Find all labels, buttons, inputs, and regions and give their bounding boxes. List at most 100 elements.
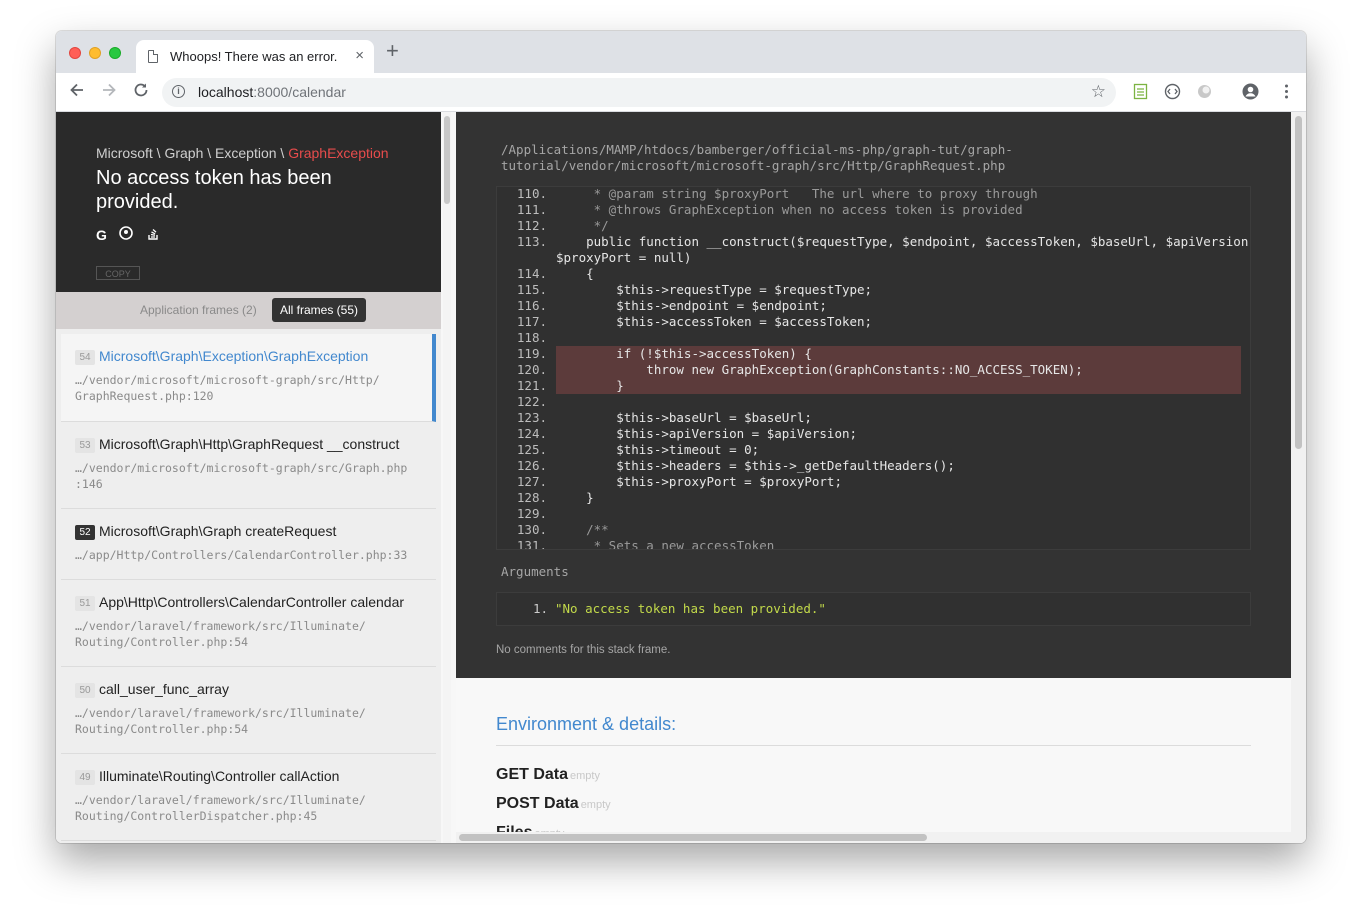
code-line: 121. } (497, 378, 1250, 394)
tab-close-icon[interactable]: × (355, 47, 364, 64)
arguments-title: Arguments (501, 564, 569, 579)
frame-number: 53 (75, 438, 95, 453)
code-line: 122. (497, 394, 1250, 410)
stack-frame[interactable]: 51 App\Http\Controllers\CalendarControlle… (61, 580, 436, 667)
page-icon (148, 50, 158, 63)
url-host: localhost (198, 84, 254, 100)
stack-frame[interactable]: 54 Microsoft\Graph\Exception\GraphExcepti… (61, 334, 436, 422)
forward-arrow-icon[interactable] (100, 81, 118, 103)
left-scrollbar[interactable] (443, 112, 451, 843)
code-line: 119. if (!$this->accessToken) { (497, 346, 1250, 362)
minimize-window-button[interactable] (89, 47, 101, 59)
frame-number: 52 (75, 525, 95, 540)
code-line: 111. * @throws GraphException when no ac… (497, 202, 1250, 218)
horizontal-scrollbar-thumb[interactable] (459, 834, 927, 841)
reload-icon[interactable] (132, 81, 150, 103)
profile-avatar-icon[interactable] (1242, 83, 1259, 100)
code-line: 117. $this->accessToken = $accessToken; (497, 314, 1250, 330)
stack-frame[interactable]: 52 Microsoft\Graph\Graph createRequest …/… (61, 509, 436, 580)
close-window-button[interactable] (69, 47, 81, 59)
code-line: 130. /** (497, 522, 1250, 538)
all-frames-tab[interactable]: All frames (55) (272, 298, 367, 322)
line-number: 121. (516, 378, 547, 393)
back-arrow-icon[interactable] (68, 81, 86, 103)
line-text: $proxyPort = null) (556, 250, 692, 265)
frame-file: …/vendor/microsoft/microsoft-graph/src/H… (75, 373, 380, 403)
code-line: 110. * @param string $proxyPort The url … (497, 186, 1250, 202)
frame-file: …/vendor/laravel/framework/src/Illuminat… (75, 793, 366, 823)
line-text: $this->requestType = $requestType; (556, 282, 873, 297)
line-number: 127. (516, 474, 547, 489)
environment-section: Environment & details: GET Data empty POS… (456, 678, 1291, 843)
menu-dots-icon[interactable] (1278, 83, 1295, 100)
search-icons: G (96, 226, 168, 245)
divider (496, 745, 1251, 746)
new-tab-button[interactable]: + (386, 40, 399, 62)
env-label: GET Data (496, 766, 569, 783)
line-text: throw new GraphException(GraphConstants:… (556, 362, 1083, 377)
frame-file-path[interactable]: /Applications/MAMP/htdocs/bamberger/offi… (501, 142, 1221, 174)
environment-title: Environment & details: (496, 714, 677, 734)
details-panel: /Applications/MAMP/htdocs/bamberger/offi… (456, 112, 1291, 843)
copy-button[interactable]: COPY (96, 266, 140, 280)
frame-comments: No comments for this stack frame. (496, 644, 671, 656)
code-snippet: 110. * @param string $proxyPort The url … (496, 186, 1251, 550)
line-text: $this->baseUrl = $baseUrl; (556, 410, 812, 425)
env-empty-badge: empty (580, 799, 611, 811)
stack-frame[interactable]: 49 Illuminate\Routing\Controller callActi… (61, 754, 436, 841)
left-scrollbar-thumb[interactable] (444, 116, 450, 204)
frame-class: Microsoft\Graph\Exception\GraphException (99, 348, 369, 364)
exception-class-name: GraphException (288, 145, 389, 161)
argument-value: "No access token has been provided." (555, 601, 826, 616)
frame-class: call_user_func_array (99, 681, 229, 697)
frame-number: 51 (75, 596, 95, 611)
duckduckgo-search-icon[interactable] (119, 226, 134, 243)
line-number: 111. (516, 202, 547, 217)
right-scrollbar[interactable] (1291, 112, 1306, 843)
url-path: :8000/calendar (253, 84, 346, 100)
line-number: 124. (516, 426, 547, 441)
line-number: 126. (516, 458, 547, 473)
code-line: $proxyPort = null) (497, 250, 1250, 266)
bookmark-star-icon[interactable]: ☆ (1091, 82, 1106, 102)
frame-file: …/vendor/laravel/framework/src/Illuminat… (75, 619, 366, 649)
line-number: 112. (516, 218, 547, 233)
code-panel: /Applications/MAMP/htdocs/bamberger/offi… (456, 112, 1291, 678)
sheets-extension-icon[interactable] (1132, 83, 1149, 100)
code-line: 123. $this->baseUrl = $baseUrl; (497, 410, 1250, 426)
code-extension-icon[interactable] (1164, 83, 1181, 100)
horizontal-scrollbar[interactable] (456, 832, 1291, 843)
url-text: localhost:8000/calendar (198, 84, 346, 100)
line-number: 117. (516, 314, 547, 329)
info-icon[interactable]: i (172, 85, 185, 98)
frame-class: Illuminate\Routing\Controller callAction (99, 768, 340, 784)
line-text: $this->headers = $this->_getDefaultHeade… (556, 458, 955, 473)
right-scrollbar-thumb[interactable] (1295, 116, 1302, 449)
exception-message: No access token has been provided. (96, 167, 332, 213)
tab-title: Whoops! There was an error. (170, 49, 338, 64)
zoom-window-button[interactable] (109, 47, 121, 59)
stackoverflow-search-icon[interactable] (146, 226, 160, 243)
browser-window: Whoops! There was an error. × + i localh… (56, 31, 1306, 843)
line-text: if (!$this->accessToken) { (556, 346, 812, 361)
code-line: 126. $this->headers = $this->_getDefault… (497, 458, 1250, 474)
line-text: * @param string $proxyPort The url where… (556, 186, 1038, 201)
line-number: 116. (516, 298, 547, 313)
frame-file: …/app/Http/Controllers/CalendarControlle… (75, 548, 408, 562)
stack-frame[interactable]: 50 call_user_func_array …/vendor/laravel/… (61, 667, 436, 754)
address-bar[interactable]: i localhost:8000/calendar ☆ (162, 78, 1116, 107)
circle-extension-icon[interactable] (1196, 83, 1213, 100)
code-line: 115. $this->requestType = $requestType; (497, 282, 1250, 298)
google-search-icon[interactable]: G (96, 227, 107, 243)
line-number: 123. (516, 410, 547, 425)
stack-frame[interactable]: 53 Microsoft\Graph\Http\GraphRequest __co… (61, 422, 436, 509)
browser-toolbar: i localhost:8000/calendar ☆ (56, 73, 1306, 112)
stack-frames-list: 54 Microsoft\Graph\Exception\GraphExcepti… (61, 334, 436, 841)
application-frames-tab[interactable]: Application frames (2) (140, 303, 257, 317)
line-number: 115. (516, 282, 547, 297)
code-line: 125. $this->timeout = 0; (497, 442, 1250, 458)
browser-tab[interactable]: Whoops! There was an error. × (136, 40, 374, 73)
frame-number: 50 (75, 683, 95, 698)
left-panel: Microsoft \ Graph \ Exception \ GraphExc… (56, 112, 441, 843)
code-line: 124. $this->apiVersion = $apiVersion; (497, 426, 1250, 442)
